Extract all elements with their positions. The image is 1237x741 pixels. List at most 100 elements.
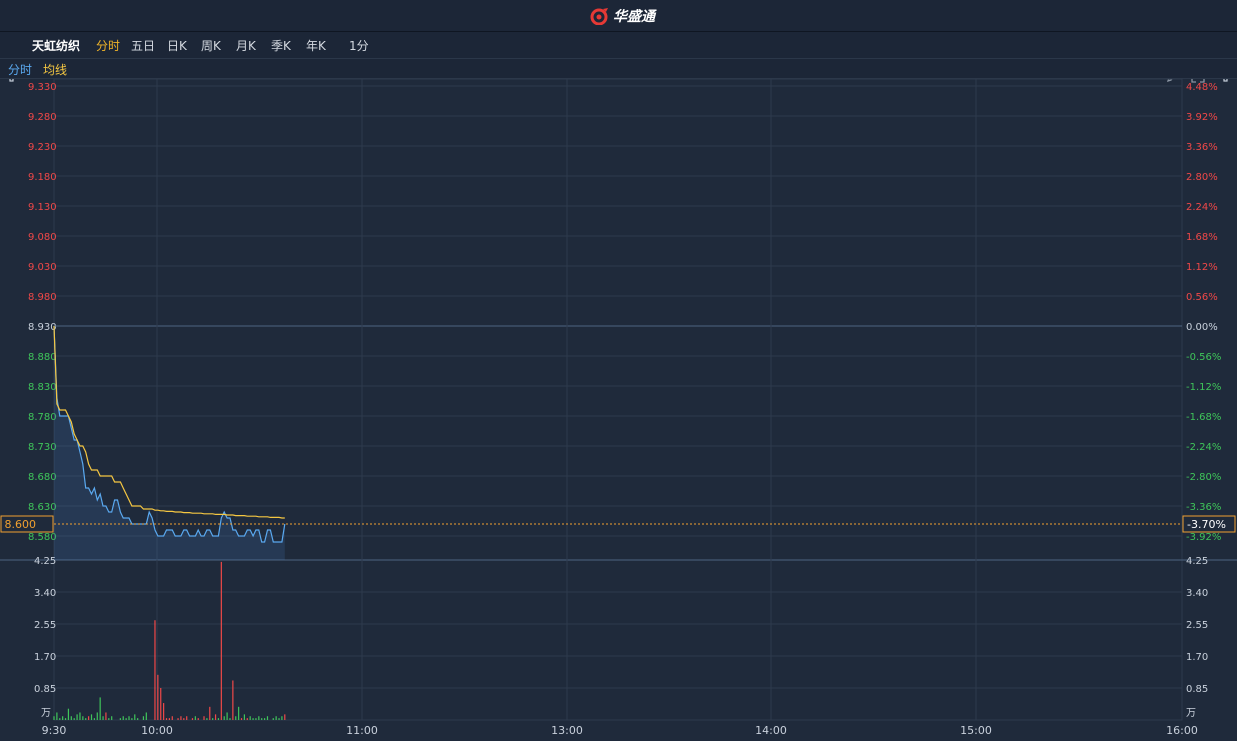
volume-bar [186,716,188,720]
current-price-label: 8.600 [5,518,37,531]
volume-bar [226,712,228,720]
volume-bar [278,718,280,720]
time-tick-label: 16:00 [1166,724,1198,737]
price-tick-label: 8.580 [28,532,57,543]
price-tick-label: 8.880 [28,352,57,363]
pct-tick-label: -3.92% [1186,532,1221,543]
volume-bar [67,708,70,720]
volume-tick-label-right: 2.55 [1186,620,1208,631]
volume-bar [171,716,173,720]
volume-tick-label: 3.40 [34,588,56,599]
volume-bar [102,716,104,720]
pct-tick-label: 0.00% [1186,322,1218,333]
volume-bar [62,716,64,720]
volume-bar [154,620,156,720]
price-tick-label: 8.630 [28,502,57,513]
volume-bar [88,716,90,720]
volume-bar [275,716,277,720]
volume-bar [137,718,139,720]
volume-bar [82,716,84,720]
time-tick-label: 14:00 [755,724,787,737]
volume-unit-label-right: 万 [1186,708,1196,719]
price-tick-label: 9.280 [28,112,57,123]
volume-bar [183,718,185,720]
volume-bar [220,561,222,720]
pct-tick-label: -2.80% [1186,472,1221,483]
price-tick-label: 9.030 [28,262,57,273]
volume-bar [232,680,234,720]
volume-bar [212,718,214,720]
time-tick-label: 9:30 [42,724,67,737]
volume-bar [261,718,263,720]
volume-bar [217,718,220,720]
volume-bar [56,712,58,720]
volume-bar [163,703,165,720]
current-change-label: -3.70% [1187,518,1226,531]
volume-bar [252,718,254,720]
time-tick-label: 10:00 [141,724,173,737]
price-tick-label: 8.780 [28,412,57,423]
volume-bar [281,716,283,720]
volume-tick-label: 1.70 [34,652,56,663]
volume-bar [197,718,199,720]
volume-bar [214,714,217,720]
pct-tick-label: 3.36% [1186,142,1218,153]
volume-bar [111,716,113,720]
volume-bar [119,718,121,720]
volume-bar [243,714,246,720]
volume-bar [177,718,179,720]
volume-bar [76,714,78,720]
volume-bar [96,712,98,720]
volume-bar [168,718,170,720]
volume-unit-label: 万 [41,708,51,719]
pct-tick-label: -2.24% [1186,442,1221,453]
volume-bar [53,716,55,720]
volume-bar [99,697,101,720]
price-tick-label: 8.930 [28,322,57,333]
pct-tick-label: 2.80% [1186,172,1218,183]
volume-bar [59,718,61,720]
volume-bar [180,716,182,720]
volume-bar [258,716,260,720]
price-tick-label: 8.830 [28,382,57,393]
price-tick-label: 9.230 [28,142,57,153]
volume-bar [249,716,251,720]
time-tick-label: 13:00 [551,724,583,737]
volume-bar [246,718,248,720]
volume-tick-label: 2.55 [34,620,56,631]
volume-tick-label-right: 0.85 [1186,684,1208,695]
time-tick-label: 11:00 [346,724,378,737]
volume-bar [142,716,145,720]
price-tick-label: 9.130 [28,202,57,213]
price-tick-label: 9.080 [28,232,57,243]
volume-bar [64,718,67,720]
volume-bar [122,716,124,720]
volume-tick-label: 0.85 [34,684,56,695]
price-area [54,326,285,560]
volume-bar [284,714,286,720]
pct-tick-label: -1.12% [1186,382,1221,393]
price-tick-label: 9.330 [28,82,57,93]
volume-bar [70,716,72,720]
volume-bar [90,714,93,720]
volume-bar [85,718,87,720]
volume-bar [238,706,240,720]
volume-bar [131,718,133,720]
volume-bar [235,716,237,720]
volume-bar [165,718,168,720]
volume-bar [160,688,162,720]
price-tick-label: 8.730 [28,442,57,453]
pct-tick-label: 2.24% [1186,202,1218,213]
pct-tick-label: 4.48% [1186,82,1218,93]
volume-bar [73,718,75,720]
volume-bar [134,714,136,720]
pct-tick-label: -3.36% [1186,502,1221,513]
intraday-chart: 9.330 4.48% 9.280 3.92% 9.230 3.36% 9.180 2.80%… [0,78,1237,737]
volume-bar [125,718,127,720]
volume-bar [206,718,208,720]
pct-tick-label: -1.68% [1186,412,1221,423]
volume-bar [229,718,231,720]
pct-tick-label: 1.12% [1186,262,1218,273]
volume-bar [108,718,110,720]
volume-bar [240,718,243,720]
